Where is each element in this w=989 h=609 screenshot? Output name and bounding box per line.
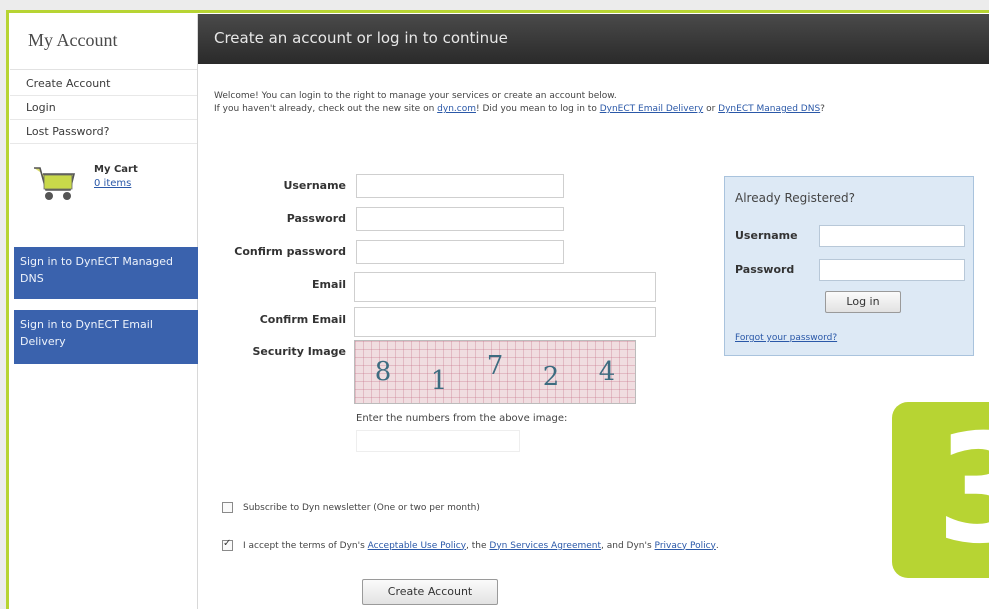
intro-prefix: If you haven't already, check out the ne… (214, 104, 435, 114)
confirm-email-label: Confirm Email (259, 313, 346, 326)
login-username-field[interactable] (819, 225, 965, 247)
security-image-label: Security Image (252, 345, 347, 358)
step-number-badge: 3 (892, 402, 989, 578)
intro-or: or (706, 104, 716, 114)
password-label: Password (286, 212, 346, 225)
captcha-digit: 8 (374, 357, 392, 387)
terms-mid2: , and Dyn's (601, 540, 652, 551)
intro-line-2: If you haven't already, check out the ne… (214, 103, 979, 116)
newsletter-checkbox[interactable] (222, 502, 233, 513)
sidebar-item-lost-password[interactable]: Lost Password? (10, 120, 197, 144)
sidebar-item-login[interactable]: Login (10, 96, 197, 120)
captcha-digit: 2 (542, 362, 560, 392)
sign-in-email-delivery-button[interactable]: Sign in to DynECT Email Delivery (14, 310, 199, 364)
dyn-com-link[interactable]: dyn.com (437, 104, 476, 114)
captcha-digit: 4 (598, 357, 616, 387)
cart: My Cart 0 items (10, 152, 197, 230)
email-label: Email (312, 278, 346, 291)
forgot-password-link[interactable]: Forgot your password? (735, 333, 837, 343)
page-title: Create an account or log in to continue (214, 29, 508, 47)
email-delivery-link[interactable]: DynECT Email Delivery (600, 104, 703, 114)
terms-checkbox[interactable] (222, 538, 233, 551)
sidebar-links: Create Account Login Lost Password? (10, 72, 197, 144)
terms-mid: , the (466, 540, 487, 551)
acceptable-use-policy-link[interactable]: Acceptable Use Policy (368, 541, 466, 551)
page-header: Create an account or log in to continue (198, 14, 989, 64)
main-content: Welcome! You can login to the right to m… (198, 64, 989, 609)
username-field[interactable] (356, 174, 564, 198)
login-panel: Already Registered? Username Password Lo… (724, 176, 974, 356)
intro-line-1: Welcome! You can login to the right to m… (214, 91, 617, 101)
sidebar-item-create-account[interactable]: Create Account (10, 72, 197, 96)
captcha-digit: 1 (430, 366, 448, 396)
email-field[interactable] (354, 272, 656, 302)
intro-text: Welcome! You can login to the right to m… (214, 90, 979, 116)
login-title: Already Registered? (735, 191, 855, 205)
terms-suffix: . (715, 540, 719, 551)
sidebar: My Account Create Account Login Lost Pas… (10, 14, 199, 609)
login-button[interactable]: Log in (825, 291, 901, 313)
captcha-image: 8 1 7 2 4 (354, 340, 636, 404)
username-label: Username (283, 179, 346, 192)
newsletter-label: Subscribe to Dyn newsletter (One or two … (243, 502, 480, 513)
cart-title: My Cart (94, 164, 138, 175)
create-account-button[interactable]: Create Account (362, 579, 498, 605)
login-password-label: Password (735, 263, 795, 276)
confirm-password-label: Confirm password (234, 245, 346, 258)
password-field[interactable] (356, 207, 564, 231)
newsletter-row: Subscribe to Dyn newsletter (One or two … (222, 502, 480, 513)
captcha-hint: Enter the numbers from the above image: (356, 413, 568, 424)
captcha-input[interactable] (356, 430, 520, 452)
sidebar-title: My Account (10, 14, 197, 70)
confirm-password-field[interactable] (356, 240, 564, 264)
privacy-policy-link[interactable]: Privacy Policy (655, 541, 716, 551)
confirm-email-field[interactable] (354, 307, 656, 337)
terms-prefix: I accept the terms of Dyn's (243, 540, 365, 551)
intro-mid: ! Did you mean to log in to (476, 104, 597, 114)
captcha-digit: 7 (486, 351, 504, 381)
shopping-cart-icon (34, 167, 76, 200)
cart-items-link[interactable]: 0 items (94, 178, 131, 189)
managed-dns-link[interactable]: DynECT Managed DNS (718, 104, 820, 114)
login-username-label: Username (735, 229, 798, 242)
terms-row: I accept the terms of Dyn's Acceptable U… (222, 538, 719, 551)
login-password-field[interactable] (819, 259, 965, 281)
services-agreement-link[interactable]: Dyn Services Agreement (489, 541, 601, 551)
intro-suffix: ? (820, 104, 825, 114)
sign-in-managed-dns-button[interactable]: Sign in to DynECT Managed DNS (14, 247, 199, 299)
